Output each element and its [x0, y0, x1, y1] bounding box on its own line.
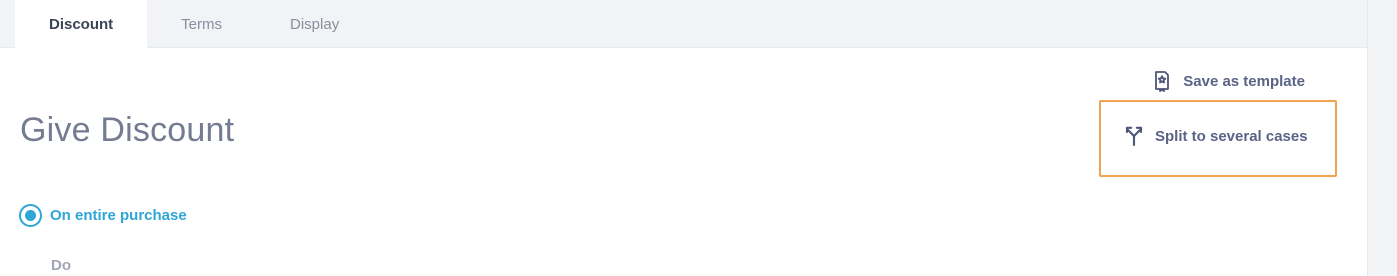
split-branch-icon [1123, 125, 1145, 147]
do-label: Do [51, 257, 71, 274]
entire-purchase-radio[interactable] [19, 204, 42, 227]
page-title: Give Discount [20, 111, 235, 149]
tab-bar: Discount Terms Display [0, 0, 1367, 48]
entire-purchase-label: On entire purchase [50, 207, 187, 224]
split-to-several-cases-label: Split to several cases [1155, 127, 1308, 145]
split-to-several-cases-button[interactable]: Split to several cases [1123, 125, 1308, 147]
tab-display[interactable]: Display [256, 0, 373, 48]
save-as-template-button[interactable]: Save as template [1151, 70, 1305, 92]
tab-discount[interactable]: Discount [15, 0, 148, 48]
radio-selected-dot [25, 210, 36, 221]
tab-terms[interactable]: Terms [147, 0, 256, 48]
right-side-panel [1367, 0, 1397, 276]
app-root: Discount Terms Display Give Discount Sav… [0, 0, 1397, 276]
split-cases-highlight: Split to several cases [1099, 100, 1337, 177]
bookmark-star-icon [1151, 70, 1173, 92]
entire-purchase-option[interactable]: On entire purchase [19, 204, 187, 227]
save-as-template-label: Save as template [1183, 72, 1305, 90]
main-content: Give Discount Save as template Split to … [0, 49, 1367, 276]
